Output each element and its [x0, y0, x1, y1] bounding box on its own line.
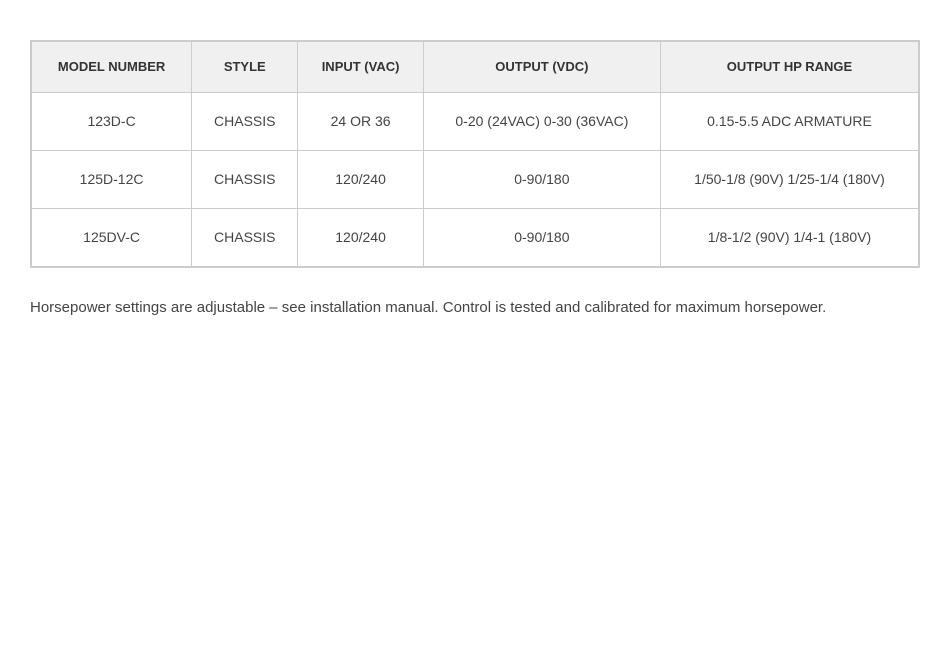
col-header-input-vac: INPUT (VAC)	[298, 42, 423, 93]
cell-style: CHASSIS	[192, 209, 298, 267]
col-header-style: STYLE	[192, 42, 298, 93]
cell-output_vdc: 0-90/180	[423, 151, 660, 209]
col-header-output-vdc: OUTPUT (VDC)	[423, 42, 660, 93]
cell-input_vac: 120/240	[298, 209, 423, 267]
cell-output_hp_range: 1/50-1/8 (90V) 1/25-1/4 (180V)	[660, 151, 918, 209]
cell-output_vdc: 0-90/180	[423, 209, 660, 267]
cell-output_hp_range: 1/8-1/2 (90V) 1/4-1 (180V)	[660, 209, 918, 267]
product-table: MODEL NUMBER STYLE INPUT (VAC) OUTPUT (V…	[31, 41, 919, 267]
cell-output_hp_range: 0.15-5.5 ADC ARMATURE	[660, 93, 918, 151]
table-row: 125D-12CCHASSIS120/2400-90/1801/50-1/8 (…	[32, 151, 919, 209]
product-table-container: MODEL NUMBER STYLE INPUT (VAC) OUTPUT (V…	[30, 40, 920, 268]
col-header-output-hp-range: OUTPUT HP RANGE	[660, 42, 918, 93]
cell-model_number: 125D-12C	[32, 151, 192, 209]
cell-style: CHASSIS	[192, 93, 298, 151]
cell-input_vac: 120/240	[298, 151, 423, 209]
cell-output_vdc: 0-20 (24VAC) 0-30 (36VAC)	[423, 93, 660, 151]
col-header-model-number: MODEL NUMBER	[32, 42, 192, 93]
cell-model_number: 125DV-C	[32, 209, 192, 267]
table-row: 125DV-CCHASSIS120/2400-90/1801/8-1/2 (90…	[32, 209, 919, 267]
table-header-row: MODEL NUMBER STYLE INPUT (VAC) OUTPUT (V…	[32, 42, 919, 93]
cell-model_number: 123D-C	[32, 93, 192, 151]
footer-text: Horsepower settings are adjustable – see…	[30, 296, 890, 320]
cell-input_vac: 24 OR 36	[298, 93, 423, 151]
cell-style: CHASSIS	[192, 151, 298, 209]
table-row: 123D-CCHASSIS24 OR 360-20 (24VAC) 0-30 (…	[32, 93, 919, 151]
